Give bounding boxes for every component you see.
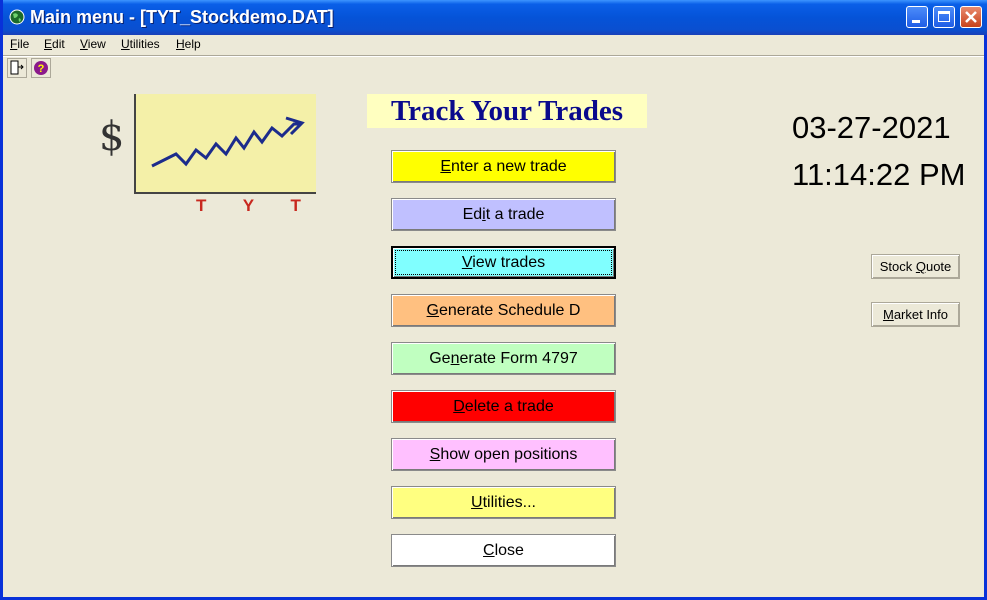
title-bar[interactable]: Main menu - [TYT_Stockdemo.DAT]: [3, 0, 987, 35]
date-display: 03-27-2021: [792, 110, 951, 145]
menu-file[interactable]: File: [10, 37, 29, 51]
utilities-button[interactable]: Utilities...: [391, 486, 616, 519]
generate-form-4797-button[interactable]: Generate Form 4797: [391, 342, 616, 375]
window-title: Main menu - [TYT_Stockdemo.DAT]: [30, 7, 334, 27]
exit-door-icon: [10, 60, 24, 75]
main-window: Main menu - [TYT_Stockdemo.DAT] File Edi…: [0, 0, 987, 600]
svg-text:?: ?: [38, 63, 45, 75]
help-question-icon: ?: [34, 61, 48, 75]
menu-view[interactable]: View: [80, 37, 106, 51]
minimize-button[interactable]: [906, 6, 928, 28]
market-info-button[interactable]: Market Info: [871, 302, 960, 327]
generate-schedule-d-button[interactable]: Generate Schedule D: [391, 294, 616, 327]
logo-letters: T Y T: [196, 196, 317, 215]
logo-dollar-sign: $: [99, 114, 125, 160]
menu-utilities[interactable]: Utilities: [121, 37, 160, 51]
enter-new-trade-button[interactable]: Enter a new trade: [391, 150, 616, 183]
close-icon: [965, 11, 977, 23]
menu-bar: File Edit View Utilities Help: [3, 35, 984, 54]
menu-help[interactable]: Help: [176, 37, 201, 51]
edit-trade-button[interactable]: Edit a trade: [391, 198, 616, 231]
app-title: Track Your Trades: [367, 94, 647, 128]
toolbar-help-button[interactable]: ?: [31, 58, 51, 78]
menu-separator-highlight: [3, 56, 984, 57]
close-window-button[interactable]: [960, 6, 982, 28]
rising-chart-icon: [151, 116, 305, 168]
menu-edit[interactable]: Edit: [44, 37, 65, 51]
time-display: 11:14:22 PM: [792, 157, 966, 192]
minimize-icon: [912, 20, 920, 23]
delete-trade-button[interactable]: Delete a trade: [391, 390, 616, 423]
show-open-positions-button[interactable]: Show open positions: [391, 438, 616, 471]
app-globe-icon: [9, 9, 25, 25]
view-trades-button[interactable]: View trades: [391, 246, 616, 279]
toolbar-exit-button[interactable]: [7, 58, 27, 78]
maximize-icon: [938, 11, 950, 22]
close-button[interactable]: Close: [391, 534, 616, 567]
stock-quote-button[interactable]: Stock Quote: [871, 254, 960, 279]
logo-chart-image: [134, 94, 316, 194]
maximize-button[interactable]: [933, 6, 955, 28]
